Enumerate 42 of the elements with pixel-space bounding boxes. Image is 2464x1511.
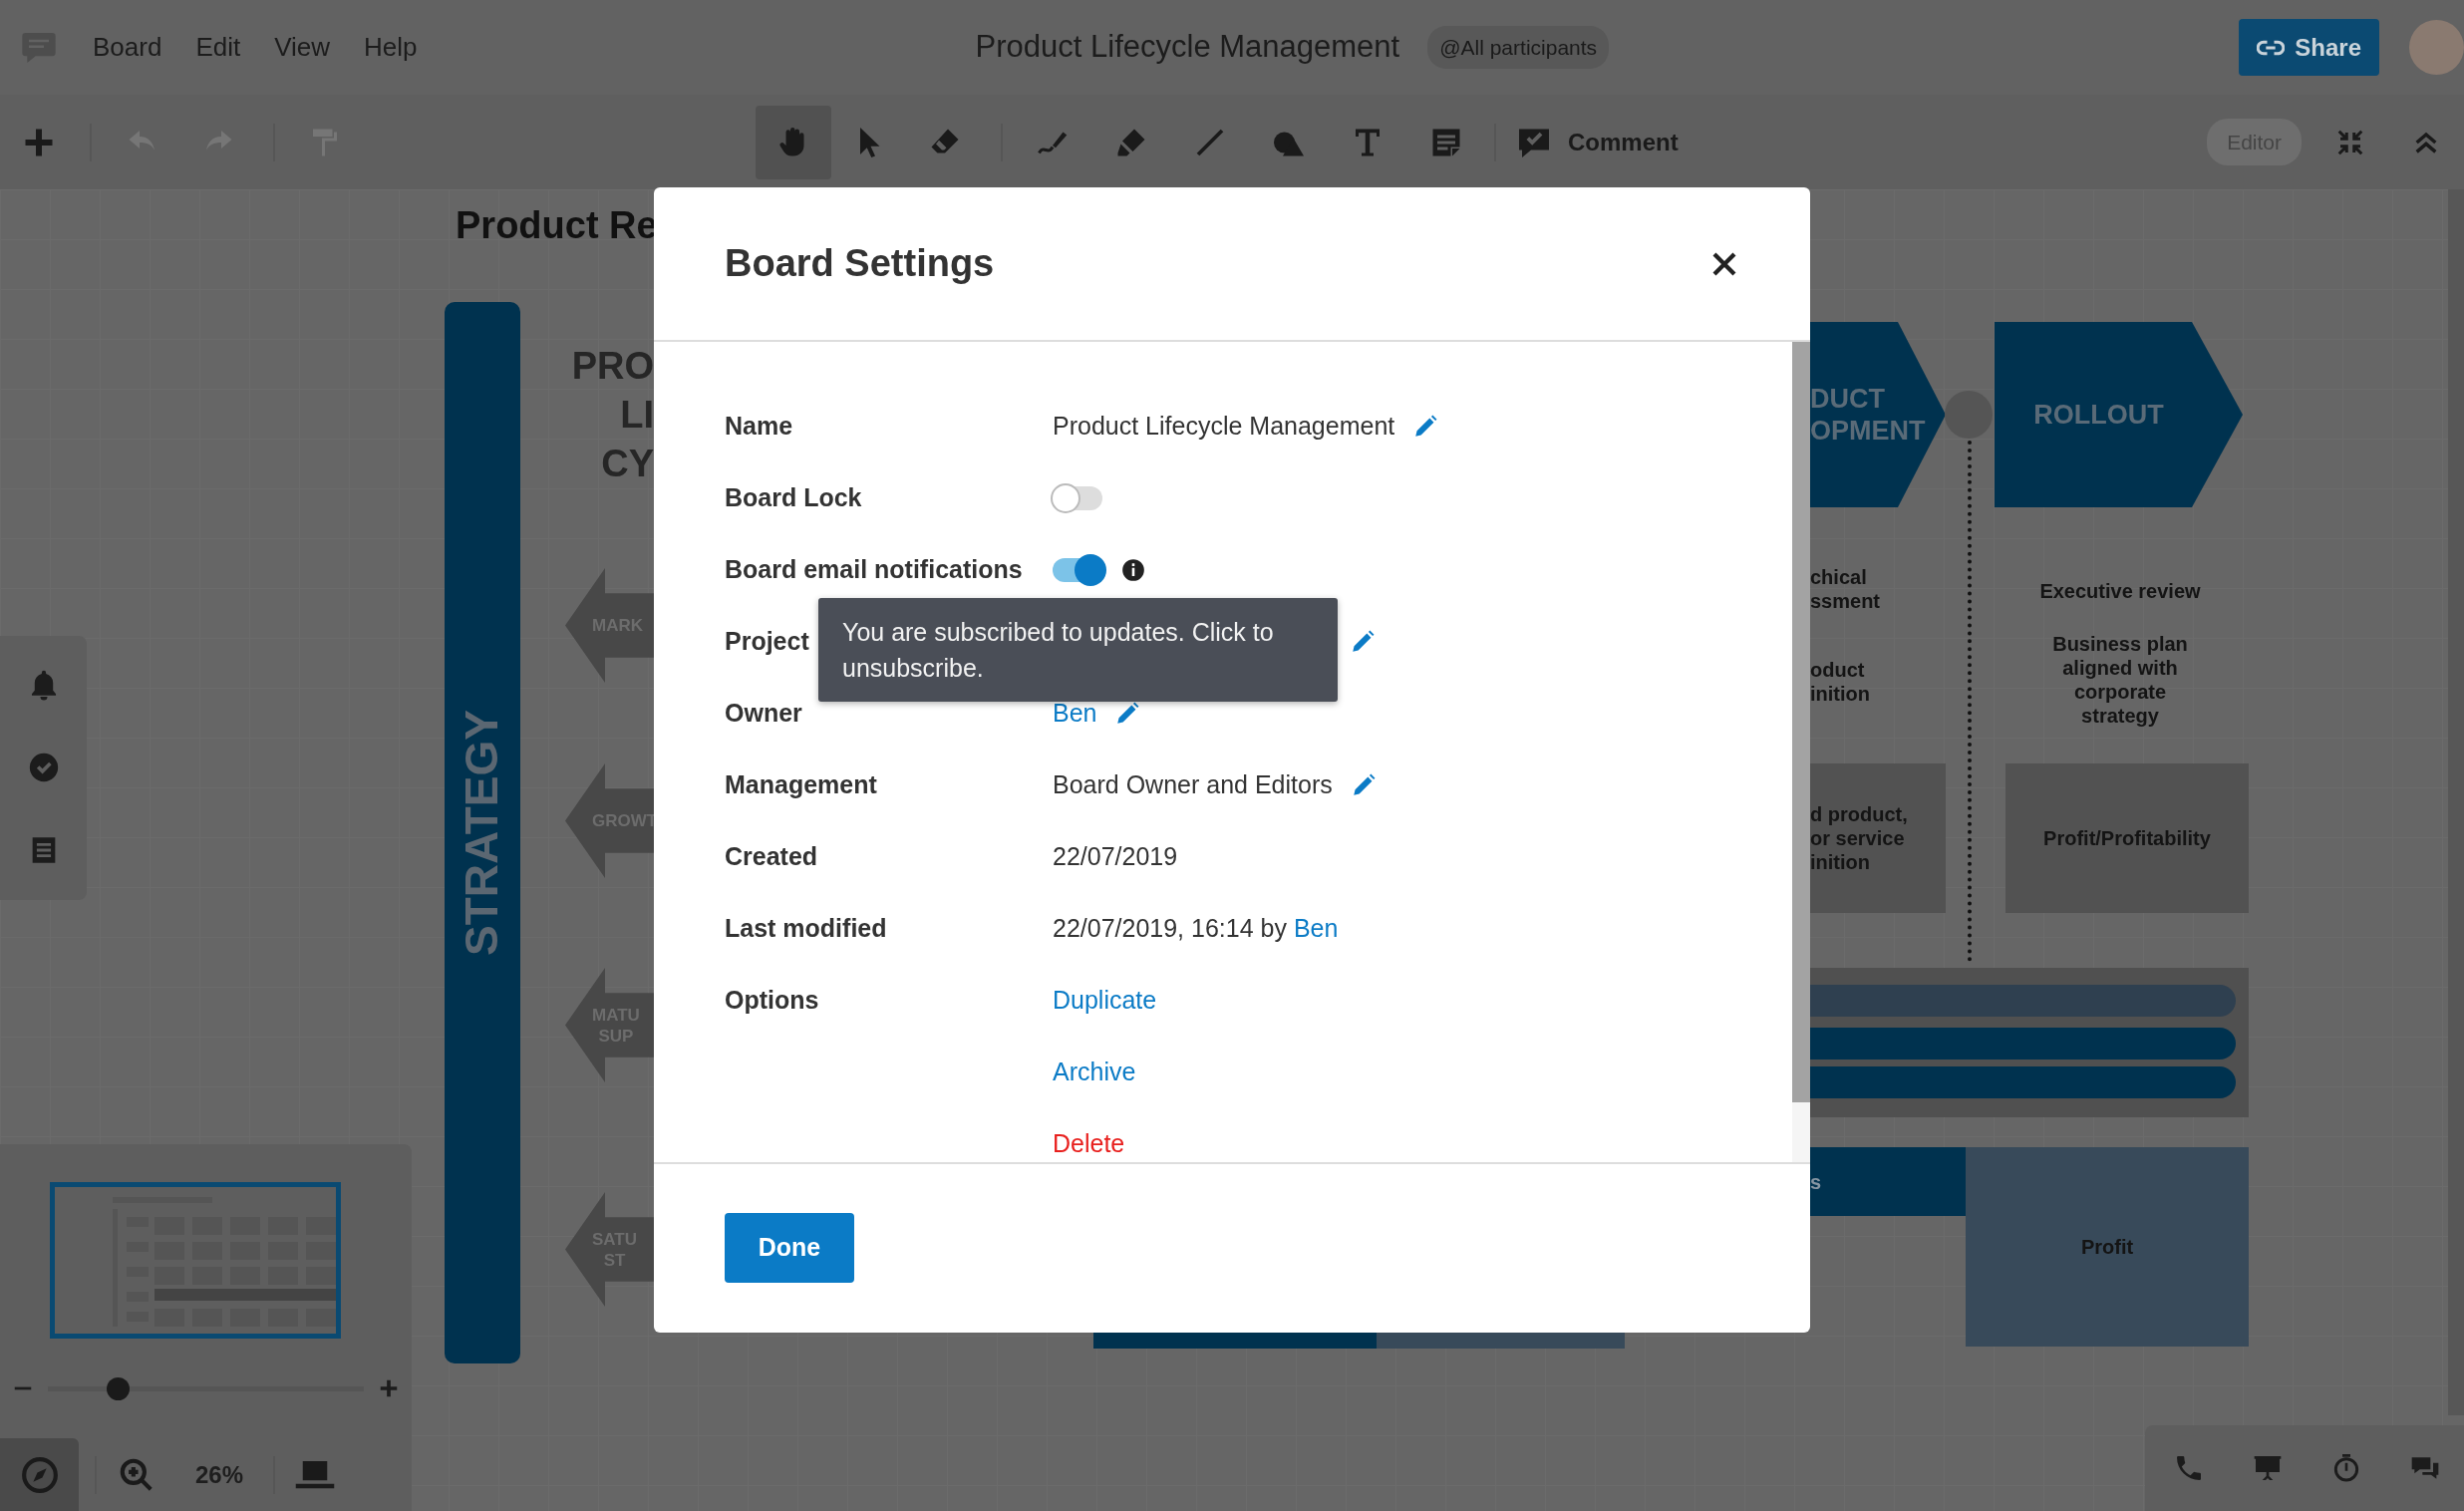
field-value: Product Lifecycle Management <box>1053 411 1395 443</box>
user-link[interactable]: Ben <box>1293 910 1339 948</box>
field-label: Management <box>725 769 877 801</box>
box-text: d product, or service inition <box>1810 802 1908 874</box>
phase-label: ROLLOUT <box>2033 399 2164 431</box>
dialog-title: Board Settings <box>725 240 995 286</box>
band-label: STRATEGY <box>455 709 509 957</box>
field-label: Last modified <box>725 913 887 945</box>
board-title: Product Lifecycle Management <box>975 28 1400 67</box>
block-text: s <box>1810 1169 1822 1194</box>
box-text: Profit/Profitability <box>2043 826 2211 850</box>
field-label: Options <box>725 985 819 1017</box>
note-text: oduct inition <box>1810 658 1871 706</box>
field-label: Owner <box>725 698 802 730</box>
field-label: Board Lock <box>725 482 862 514</box>
action-link[interactable]: Archive <box>1053 1054 1136 1091</box>
zoom-level[interactable]: 26% <box>195 1456 244 1493</box>
share-button[interactable]: Share <box>2239 19 2379 76</box>
action-link[interactable]: Duplicate <box>1053 982 1157 1020</box>
field-value: 22/07/2019 <box>1053 841 1178 873</box>
note-text: Business plan aligned with corporate strategy <box>2051 632 2189 728</box>
field-label: Project <box>725 626 809 658</box>
menu-item[interactable]: Edit <box>195 24 241 71</box>
field-value: 22/07/2019, 16:14 by <box>1053 913 1287 945</box>
diagram-heading: PRO LI CY <box>570 344 654 486</box>
done-button[interactable]: Done <box>725 1213 854 1283</box>
delete-link[interactable]: Delete <box>1053 1125 1125 1163</box>
phase-label: DUCT OPMENT <box>1810 383 1926 447</box>
field-label: Name <box>725 411 793 443</box>
menu-item[interactable]: Help <box>364 24 418 71</box>
board-heading: Product Re <box>456 203 658 248</box>
tooltip: You are subscribed to updates. Click to unsubscribe. <box>818 598 1338 702</box>
field-label: Created <box>725 841 818 873</box>
menu-item[interactable]: Board <box>93 24 162 71</box>
note-text: Executive review <box>2038 579 2202 603</box>
menu-item[interactable]: View <box>274 24 331 71</box>
comment-tool-button[interactable]: Comment <box>1506 105 1689 179</box>
note-text: chical ssment <box>1810 565 1882 613</box>
field-value: Board Owner and Editors <box>1053 769 1333 801</box>
field-label: Board email notifications <box>725 554 1023 586</box>
participants-chip[interactable]: @All participants <box>1427 25 1610 70</box>
block-text: Profit <box>2080 1235 2134 1259</box>
